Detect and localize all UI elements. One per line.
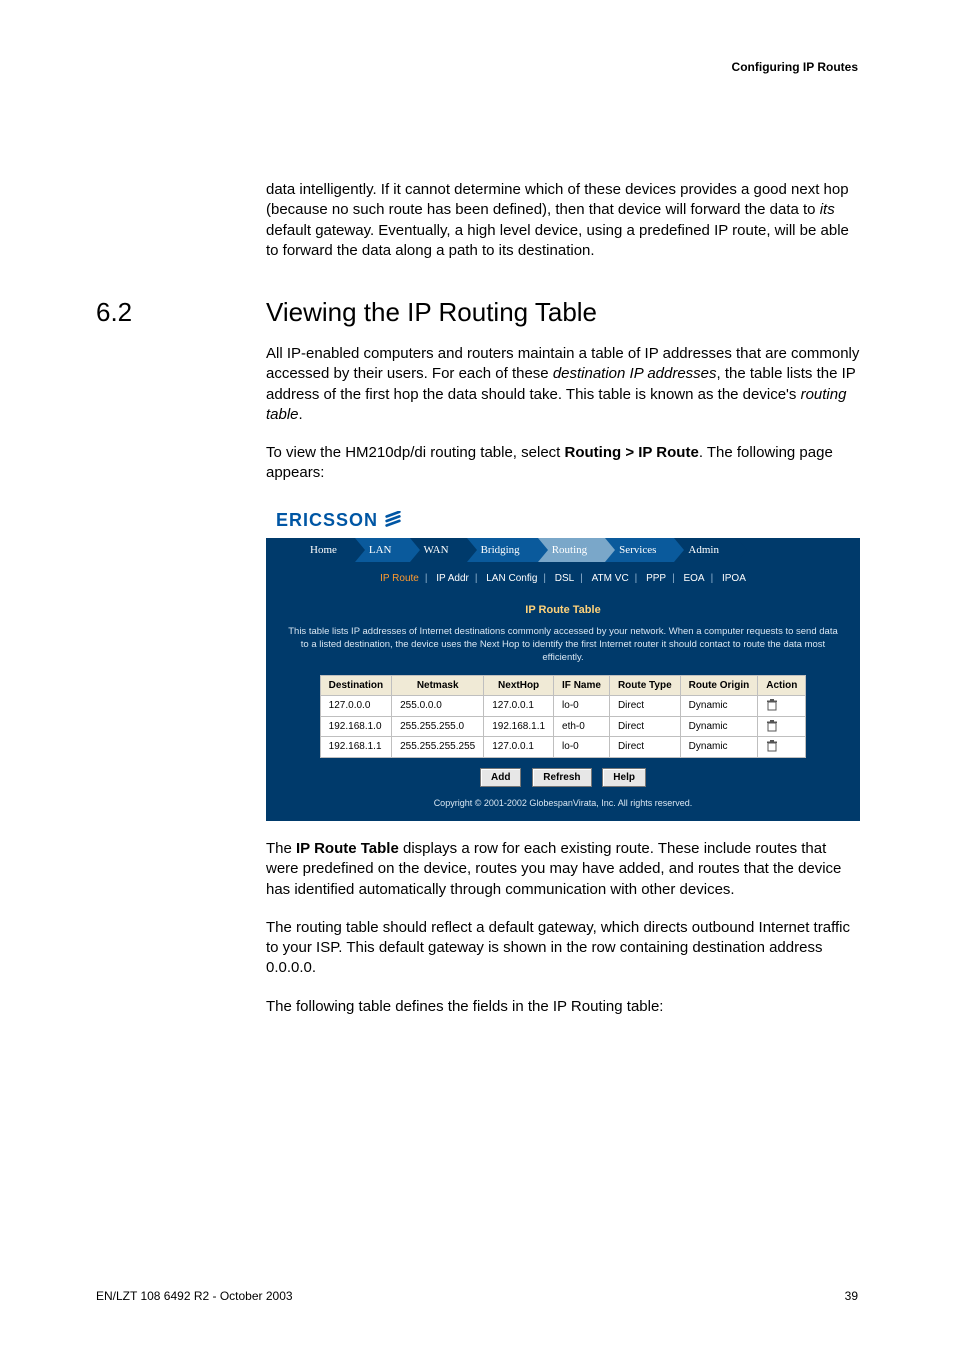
cell-nexthop: 127.0.0.1 (484, 696, 554, 717)
table-row: 192.168.1.0 255.255.255.0 192.168.1.1 et… (320, 716, 806, 737)
cell-destination: 192.168.1.0 (320, 716, 391, 737)
cell-route-origin: Dynamic (680, 696, 758, 717)
body-text: All IP-enabled computers and routers mai… (266, 344, 860, 1017)
add-button[interactable]: Add (480, 768, 521, 788)
section-heading: 6.2 Viewing the IP Routing Table (96, 297, 858, 328)
cell-netmask: 255.0.0.0 (392, 696, 484, 717)
screenshot-header: ERICSSON (266, 502, 860, 534)
cell-ifname: eth-0 (554, 716, 610, 737)
tab-spacer (737, 538, 860, 562)
footer-pagenum: 39 (845, 1289, 858, 1303)
cell-ifname: lo-0 (554, 737, 610, 758)
cell-destination: 127.0.0.0 (320, 696, 391, 717)
sub-nav: IP Route| IP Addr| LAN Config| DSL| ATM … (266, 562, 860, 594)
col-nexthop: NextHop (484, 675, 554, 696)
cell-route-origin: Dynamic (680, 737, 758, 758)
subnav-ip-route[interactable]: IP Route (376, 573, 423, 584)
paragraph: All IP-enabled computers and routers mai… (266, 344, 860, 425)
paragraph: The IP Route Table displays a row for ea… (266, 839, 860, 900)
tab-home[interactable]: Home (296, 538, 355, 562)
cell-action (758, 716, 806, 737)
delete-icon[interactable] (766, 740, 778, 752)
cell-route-origin: Dynamic (680, 716, 758, 737)
section-title: Viewing the IP Routing Table (266, 297, 597, 328)
cell-route-type: Direct (609, 696, 680, 717)
button-row: Add Refresh Help (278, 768, 848, 788)
page-footer: EN/LZT 108 6492 R2 - October 2003 39 (96, 1289, 858, 1303)
subnav-ppp[interactable]: PPP (642, 573, 670, 584)
logo-text: ERICSSON (276, 508, 378, 532)
cell-action (758, 696, 806, 717)
copyright-text: Copyright © 2001-2002 GlobespanVirata, I… (278, 797, 848, 809)
main-tabs: Home LAN WAN Bridging Routing Services A… (266, 538, 860, 562)
refresh-button[interactable]: Refresh (532, 768, 591, 788)
cell-route-type: Direct (609, 737, 680, 758)
delete-icon[interactable] (766, 720, 778, 732)
paragraph: To view the HM210dp/di routing table, se… (266, 443, 860, 484)
col-route-origin: Route Origin (680, 675, 758, 696)
subnav-ipoa[interactable]: IPOA (718, 573, 750, 584)
page: Configuring IP Routes data intelligently… (0, 0, 954, 1351)
ericsson-logo: ERICSSON (276, 508, 402, 532)
subnav-ip-addr[interactable]: IP Addr (432, 573, 473, 584)
col-destination: Destination (320, 675, 391, 696)
subnav-lan-config[interactable]: LAN Config (482, 573, 541, 584)
ericsson-logo-icon (384, 511, 402, 529)
col-netmask: Netmask (392, 675, 484, 696)
cell-destination: 192.168.1.1 (320, 737, 391, 758)
section-number: 6.2 (96, 297, 266, 328)
cell-netmask: 255.255.255.0 (392, 716, 484, 737)
cell-route-type: Direct (609, 716, 680, 737)
col-route-type: Route Type (609, 675, 680, 696)
paragraph: The following table defines the fields i… (266, 997, 860, 1017)
ip-route-panel: IP Route Table This table lists IP addre… (266, 593, 860, 821)
col-action: Action (758, 675, 806, 696)
panel-description: This table lists IP addresses of Interne… (284, 626, 842, 664)
panel-title: IP Route Table (278, 603, 848, 618)
cell-ifname: lo-0 (554, 696, 610, 717)
running-header: Configuring IP Routes (732, 60, 858, 74)
cell-nexthop: 127.0.0.1 (484, 737, 554, 758)
subnav-atm-vc[interactable]: ATM VC (588, 573, 633, 584)
tab-bridging[interactable]: Bridging (467, 538, 538, 562)
delete-icon[interactable] (766, 699, 778, 711)
cell-action (758, 737, 806, 758)
footer-docid: EN/LZT 108 6492 R2 - October 2003 (96, 1289, 293, 1303)
tab-services[interactable]: Services (605, 538, 674, 562)
cell-nexthop: 192.168.1.1 (484, 716, 554, 737)
body-text: data intelligently. If it cannot determi… (266, 180, 860, 261)
cell-netmask: 255.255.255.255 (392, 737, 484, 758)
tab-routing[interactable]: Routing (538, 538, 605, 562)
paragraph: The routing table should reflect a defau… (266, 918, 860, 979)
help-button[interactable]: Help (602, 768, 646, 788)
intro-paragraph: data intelligently. If it cannot determi… (266, 180, 860, 261)
table-header-row: Destination Netmask NextHop IF Name Rout… (320, 675, 806, 696)
ip-route-table: Destination Netmask NextHop IF Name Rout… (320, 675, 807, 758)
table-row: 127.0.0.0 255.0.0.0 127.0.0.1 lo-0 Direc… (320, 696, 806, 717)
router-admin-screenshot: ERICSSON Home LAN WAN (266, 502, 860, 822)
subnav-eoa[interactable]: EOA (679, 573, 708, 584)
table-row: 192.168.1.1 255.255.255.255 127.0.0.1 lo… (320, 737, 806, 758)
subnav-dsl[interactable]: DSL (551, 573, 578, 584)
col-if-name: IF Name (554, 675, 610, 696)
